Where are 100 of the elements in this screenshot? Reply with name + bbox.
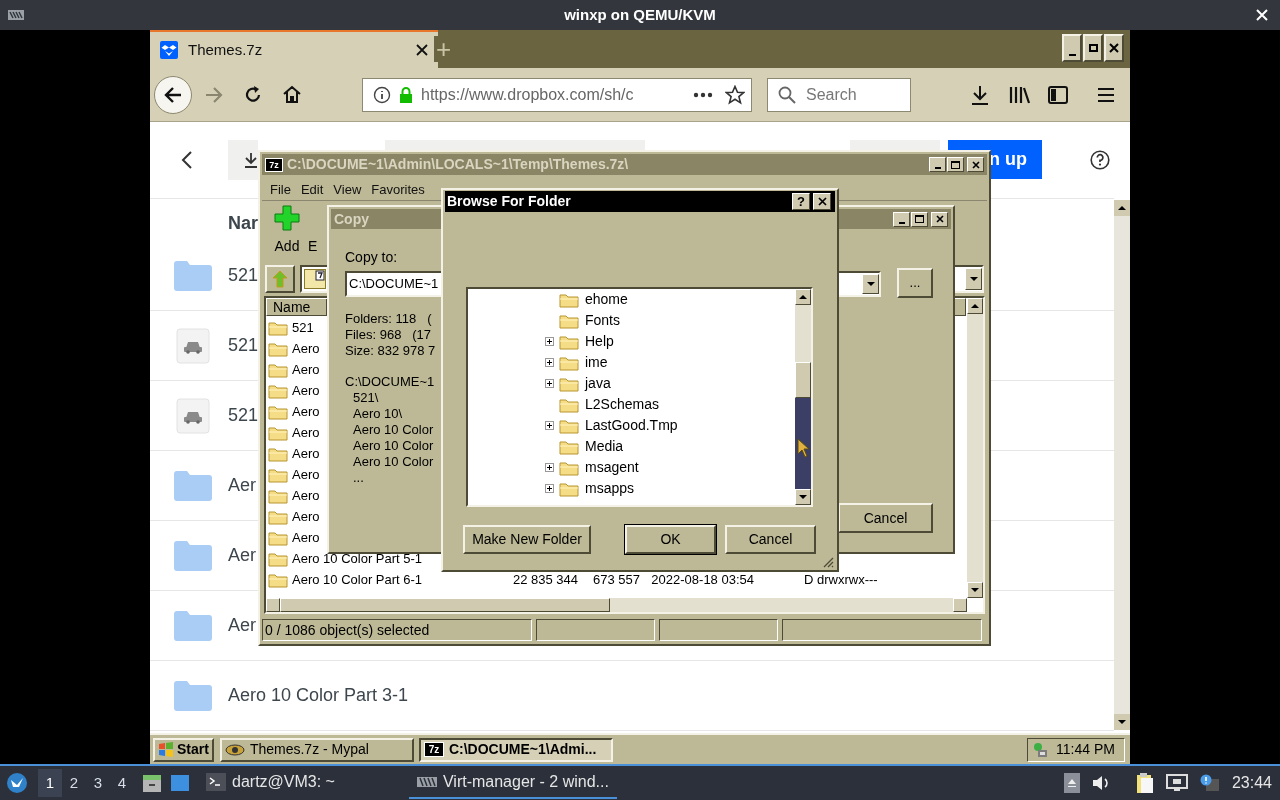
network-icon[interactable] — [1165, 774, 1188, 792]
file-name[interactable]: 521 — [228, 332, 259, 359]
file-name[interactable]: 521 — [292, 317, 314, 338]
file-name[interactable]: Aer — [228, 612, 256, 639]
tree-item[interactable]: java — [559, 373, 611, 394]
cancel-button[interactable]: Cancel — [838, 503, 933, 533]
path-text: 521\ — [352, 390, 380, 406]
horizontal-scrollbar[interactable] — [266, 598, 967, 612]
tree-item[interactable]: ime — [559, 352, 608, 373]
bird-logo-icon[interactable] — [6, 772, 28, 794]
more-icon[interactable] — [693, 92, 713, 98]
expand-toggle[interactable] — [545, 484, 554, 493]
eject-icon[interactable] — [1063, 773, 1080, 793]
up-folder-button[interactable] — [265, 265, 295, 293]
cancel-button[interactable]: Cancel — [725, 525, 816, 554]
info-icon[interactable] — [373, 86, 391, 104]
file-name[interactable]: Aero 10 Color Part 3-1 — [228, 682, 409, 709]
close-button[interactable] — [1104, 34, 1124, 62]
expand-toggle[interactable] — [545, 358, 554, 367]
file-name[interactable]: Aer — [228, 472, 256, 499]
search-field[interactable]: Search — [767, 78, 911, 112]
tree-item[interactable]: ehome — [559, 289, 628, 310]
table-cell-text: 673 557 — [592, 570, 640, 589]
scrollbar[interactable] — [1114, 200, 1130, 730]
tree-item[interactable]: Help — [559, 331, 614, 352]
file-name[interactable]: Aero — [292, 527, 320, 548]
sidebar-icon[interactable] — [1048, 86, 1068, 104]
window-icon[interactable] — [170, 774, 190, 792]
help-icon[interactable] — [1090, 150, 1110, 170]
help-button[interactable]: ? — [792, 193, 810, 210]
file-name[interactable]: Aero — [292, 485, 320, 506]
file-name[interactable]: Aero — [292, 464, 320, 485]
resize-grip-icon[interactable] — [822, 556, 834, 568]
new-folder-button[interactable]: Make New Folder — [463, 525, 591, 554]
tree-item[interactable]: Fonts — [559, 310, 620, 331]
windows-logo-icon — [158, 741, 174, 758]
workspace-button[interactable]: 2 — [62, 769, 86, 797]
expand-toggle[interactable] — [545, 337, 554, 346]
toolbar-button[interactable]: Add — [272, 205, 302, 253]
star-icon[interactable] — [725, 85, 745, 105]
tree-item[interactable]: msagent — [559, 457, 639, 478]
box-logo-icon — [160, 41, 178, 59]
expand-toggle[interactable] — [545, 421, 554, 430]
notification-icon[interactable] — [1199, 774, 1220, 792]
file-cabinet-icon[interactable] — [142, 773, 162, 793]
eye-icon — [224, 741, 245, 758]
library-icon[interactable] — [1009, 86, 1031, 104]
menu-item[interactable]: Edit — [300, 180, 324, 200]
app-icon: 7z — [265, 157, 283, 172]
file-name[interactable]: 521 — [228, 402, 259, 429]
restore-button[interactable] — [1083, 34, 1103, 62]
address-bar[interactable]: https://www.dropbox.com/sh/c — [362, 78, 752, 112]
column-header[interactable]: Nar — [228, 210, 258, 237]
download-button[interactable] — [228, 140, 258, 180]
maximize-button[interactable] — [911, 211, 928, 227]
file-name[interactable]: Aero — [292, 338, 320, 359]
menu-item[interactable]: File — [270, 180, 291, 200]
menu-item[interactable]: View — [333, 180, 362, 200]
tree-item[interactable]: LastGood.Tmp — [559, 415, 678, 436]
minimize-button[interactable] — [1062, 34, 1082, 62]
expand-toggle[interactable] — [545, 463, 554, 472]
vertical-scrollbar[interactable] — [795, 289, 811, 505]
file-name[interactable]: 521 — [228, 262, 259, 289]
browse-button[interactable]: ... — [897, 268, 933, 298]
tree-item[interactable]: msapps — [559, 478, 635, 499]
file-name[interactable]: Aero — [292, 443, 320, 464]
taskbar-button[interactable]: 7z C:\DOCUME~1\Admi... — [418, 737, 613, 762]
speaker-icon[interactable] — [1091, 775, 1110, 791]
file-name[interactable]: Aero — [292, 401, 320, 422]
menu-item[interactable]: Favorites — [371, 180, 425, 200]
taskbar-button[interactable]: Themes.7z - Mypal — [219, 737, 414, 762]
ok-button[interactable]: OK — [625, 525, 716, 554]
tree-item[interactable]: Media — [559, 436, 624, 457]
clipboard-icon[interactable] — [1135, 772, 1154, 794]
download-icon[interactable] — [970, 85, 990, 105]
workspace-button[interactable]: 1 — [38, 769, 62, 797]
maximize-button[interactable] — [947, 157, 964, 172]
file-name[interactable]: Aero — [292, 359, 320, 380]
close-icon[interactable] — [416, 44, 428, 56]
browser-tab[interactable]: Themes.7z — [150, 30, 438, 68]
tree-item[interactable]: L2Schemas — [559, 394, 659, 415]
file-name[interactable]: Aero — [292, 506, 320, 527]
workspace-button[interactable]: 4 — [110, 769, 134, 797]
menu-icon[interactable] — [1097, 87, 1115, 103]
home-icon[interactable] — [282, 85, 302, 104]
workspace-button[interactable]: 3 — [86, 769, 110, 797]
path-text: Aero 10\ — [352, 406, 404, 422]
file-name[interactable]: Aero — [292, 422, 320, 443]
app-icon — [8, 10, 24, 20]
task-button[interactable]: Virt-manager - 2 wind... — [408, 767, 617, 799]
start-button[interactable]: Start — [153, 737, 214, 762]
file-name[interactable]: Aero 10 Color Part 6-1 — [292, 569, 423, 590]
file-name[interactable]: Aero — [292, 380, 320, 401]
reload-icon[interactable] — [244, 85, 263, 104]
file-name[interactable]: Aer — [228, 542, 256, 569]
toolbar-button[interactable]: E — [308, 205, 322, 253]
expand-toggle[interactable] — [545, 379, 554, 388]
close-icon — [971, 160, 980, 169]
task-button[interactable]: dartz@VM3: ~ — [202, 767, 339, 799]
vertical-scrollbar[interactable] — [967, 298, 983, 598]
